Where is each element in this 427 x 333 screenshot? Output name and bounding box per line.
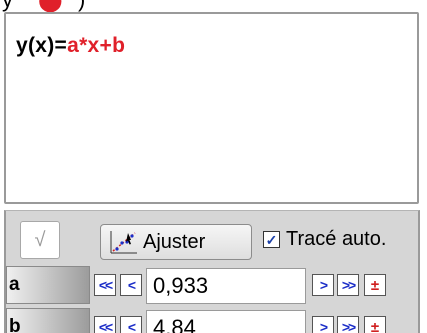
increase-button[interactable]: > xyxy=(312,316,334,333)
increase-button[interactable]: > xyxy=(312,274,334,296)
decrease-fast-button[interactable]: << xyxy=(94,274,116,296)
param-name: a xyxy=(6,266,90,304)
clipped-glyph: y xyxy=(2,0,13,12)
param-name: b xyxy=(6,308,90,333)
increase-fast-button[interactable]: >> xyxy=(337,316,359,333)
autotrace-label: Tracé auto. xyxy=(286,228,387,250)
plus-minus-button[interactable]: ± xyxy=(364,316,386,333)
param-value-field[interactable]: 0,933 xyxy=(146,268,306,304)
equation-editor[interactable]: y(x)=a*x+b xyxy=(4,12,419,204)
modeling-panel: y ⬤ ) y(x)=a*x+b √ Ajuster ✓ Tracé auto.… xyxy=(0,0,427,333)
decrease-fast-button[interactable]: << xyxy=(94,316,116,333)
clipped-red-glyph: ⬤ xyxy=(38,0,63,12)
param-row-a: a << < 0,933 > >> ± xyxy=(6,266,418,304)
check-equation-button[interactable]: √ xyxy=(20,221,60,259)
check-icon: √ xyxy=(34,228,46,251)
param-value-field[interactable]: 4,84 xyxy=(146,310,306,333)
equation-text: y(x)=a*x+b xyxy=(16,34,125,58)
decrease-button[interactable]: < xyxy=(120,274,142,296)
increase-fast-button[interactable]: >> xyxy=(337,274,359,296)
plus-minus-button[interactable]: ± xyxy=(364,274,386,296)
equation-rhs: a*x+b xyxy=(67,34,126,57)
autotrace-checkbox[interactable]: ✓ xyxy=(263,231,280,248)
fit-button[interactable]: Ajuster xyxy=(100,224,252,260)
clipped-top-toolbar: y ⬤ ) xyxy=(0,0,427,12)
fit-button-label: Ajuster xyxy=(143,230,206,253)
param-row-b: b << < 4,84 > >> ± xyxy=(6,308,418,333)
checkmark-icon: ✓ xyxy=(265,231,278,248)
autotrace-toggle[interactable]: ✓ Tracé auto. xyxy=(263,228,386,251)
clipped-glyph-2: ) xyxy=(78,0,85,12)
fit-curve-icon xyxy=(110,231,137,254)
decrease-button[interactable]: < xyxy=(120,316,142,333)
equation-lhs: y(x)= xyxy=(16,34,68,57)
